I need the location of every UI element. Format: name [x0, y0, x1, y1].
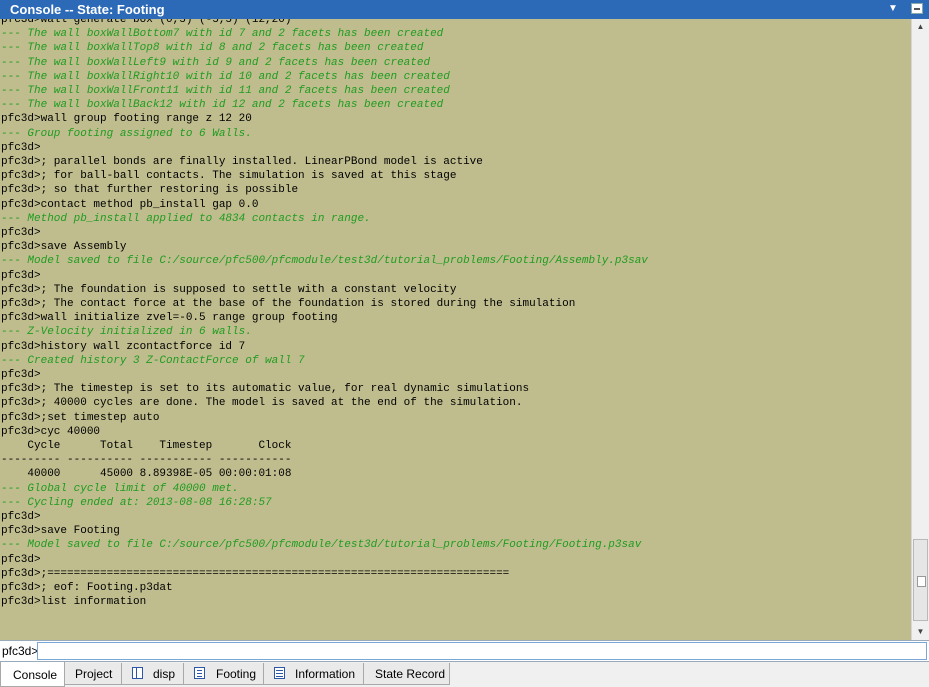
command-bar: pfc3d>	[0, 640, 929, 662]
vertical-scrollbar[interactable]: ▲ ▼	[911, 19, 929, 640]
console-command-line: pfc3d>wall generate box (0,5) (-5,5) (12…	[1, 19, 292, 26]
tab-label: disp	[153, 667, 176, 681]
console-output-line: --- The wall boxWallBottom7 with id 7 an…	[1, 28, 444, 41]
tab-disp[interactable]: disp	[121, 663, 184, 685]
console-output-line: --- The wall boxWallLeft9 with id 9 and …	[1, 56, 431, 69]
tab-label: Information	[295, 667, 356, 681]
tab-label: State Record	[375, 667, 446, 681]
console-command-line: --------- ---------- ----------- -------…	[1, 454, 292, 467]
console-command-line: pfc3d>	[1, 553, 41, 566]
console-command-line: pfc3d>; The foundation is supposed to se…	[1, 283, 457, 296]
console-command-line: pfc3d>	[1, 269, 41, 282]
console-output-line: --- Z-Velocity initialized in 6 walls.	[1, 326, 252, 339]
console-title: Console -- State: Footing	[10, 2, 165, 17]
console-output-line: --- The wall boxWallRight10 with id 10 a…	[1, 70, 450, 83]
tab-state-record[interactable]: State Record	[363, 663, 450, 685]
console-command-line: pfc3d>contact method pb_install gap 0.0	[1, 198, 259, 211]
tab-label: Console	[13, 668, 58, 682]
window-icon	[132, 667, 143, 679]
minimize-icon[interactable]	[911, 3, 923, 14]
tab-label: Project	[75, 667, 113, 681]
console-output-line: --- Model saved to file C:/source/pfc500…	[1, 255, 648, 268]
console-output-line: --- Model saved to file C:/source/pfc500…	[1, 539, 642, 552]
console-output: pfc3d>wall generate box (0,5) (-5,5) (12…	[0, 19, 911, 640]
bottom-tab-bar: Console Project disp Footing Information…	[0, 662, 929, 687]
tab-label: Footing	[216, 667, 257, 681]
console-output-line: --- Group footing assigned to 6 Walls.	[1, 127, 252, 140]
console-command-line: pfc3d>; for ball-ball contacts. The simu…	[1, 170, 457, 183]
tab-information[interactable]: Information	[263, 663, 364, 685]
console-command-line: pfc3d>	[1, 511, 41, 523]
console-output-line: --- The wall boxWallTop8 with id 8 and 2…	[1, 42, 424, 55]
console-command-line: pfc3d>wall group footing range z 12 20	[1, 113, 252, 126]
console-command-line: 40000 45000 8.89398E-05 00:00:01:08	[1, 468, 292, 481]
document-icon	[194, 667, 205, 679]
console-command-line: pfc3d>;=================================…	[1, 567, 510, 580]
console-command-line: pfc3d>; 40000 cycles are done. The model…	[1, 397, 523, 410]
console-command-line: pfc3d>wall initialize zvel=-0.5 range gr…	[1, 312, 338, 325]
console-command-line: pfc3d>	[1, 369, 41, 381]
console-output-line: --- Method pb_install applied to 4834 co…	[1, 212, 371, 225]
console-output-line: --- The wall boxWallBack12 with id 12 an…	[1, 99, 444, 112]
console-output-line: --- Cycling ended at: 2013-08-08 16:28:5…	[1, 496, 272, 509]
command-prompt: pfc3d>	[2, 644, 39, 658]
tab-console[interactable]: Console	[0, 662, 65, 687]
console-output-line: --- The wall boxWallFront11 with id 11 a…	[1, 85, 450, 97]
console-command-line: pfc3d>;set timestep auto	[1, 411, 160, 424]
tab-footing[interactable]: Footing	[183, 663, 264, 685]
console-command-line: pfc3d>save Footing	[1, 525, 120, 538]
console-command-line: pfc3d>history wall zcontactforce id 7	[1, 340, 246, 353]
console-output-line: --- Global cycle limit of 40000 met.	[1, 482, 239, 495]
chevron-down-icon[interactable]: ▼	[887, 2, 899, 16]
console-command-line: pfc3d>cyc 40000	[1, 425, 101, 438]
console-command-line: pfc3d>; so that further restoring is pos…	[1, 184, 299, 197]
scroll-thumb[interactable]	[913, 539, 928, 621]
scroll-up-icon[interactable]: ▲	[912, 19, 929, 35]
tab-project[interactable]: Project	[64, 663, 122, 685]
console-command-line: pfc3d>list information	[1, 596, 147, 609]
console-command-line: pfc3d>; parallel bonds are finally insta…	[1, 156, 483, 168]
console-command-line: pfc3d>; The timestep is set to its autom…	[1, 383, 530, 396]
console-command-line: pfc3d>	[1, 141, 41, 154]
console-command-line: Cycle Total Timestep Clock	[1, 440, 292, 452]
table-icon	[274, 667, 285, 679]
scroll-down-icon[interactable]: ▼	[912, 624, 929, 640]
console-command-line: pfc3d>	[1, 227, 41, 239]
command-input[interactable]	[37, 642, 927, 660]
console-command-line: pfc3d>save Assembly	[1, 241, 127, 254]
console-command-line: pfc3d>; eof: Footing.p3dat	[1, 582, 173, 594]
console-output-line: --- Created history 3 Z-ContactForce of …	[1, 354, 305, 367]
console-command-line: pfc3d>; The contact force at the base of…	[1, 298, 576, 310]
console-title-bar: Console -- State: Footing ▼	[0, 0, 929, 19]
